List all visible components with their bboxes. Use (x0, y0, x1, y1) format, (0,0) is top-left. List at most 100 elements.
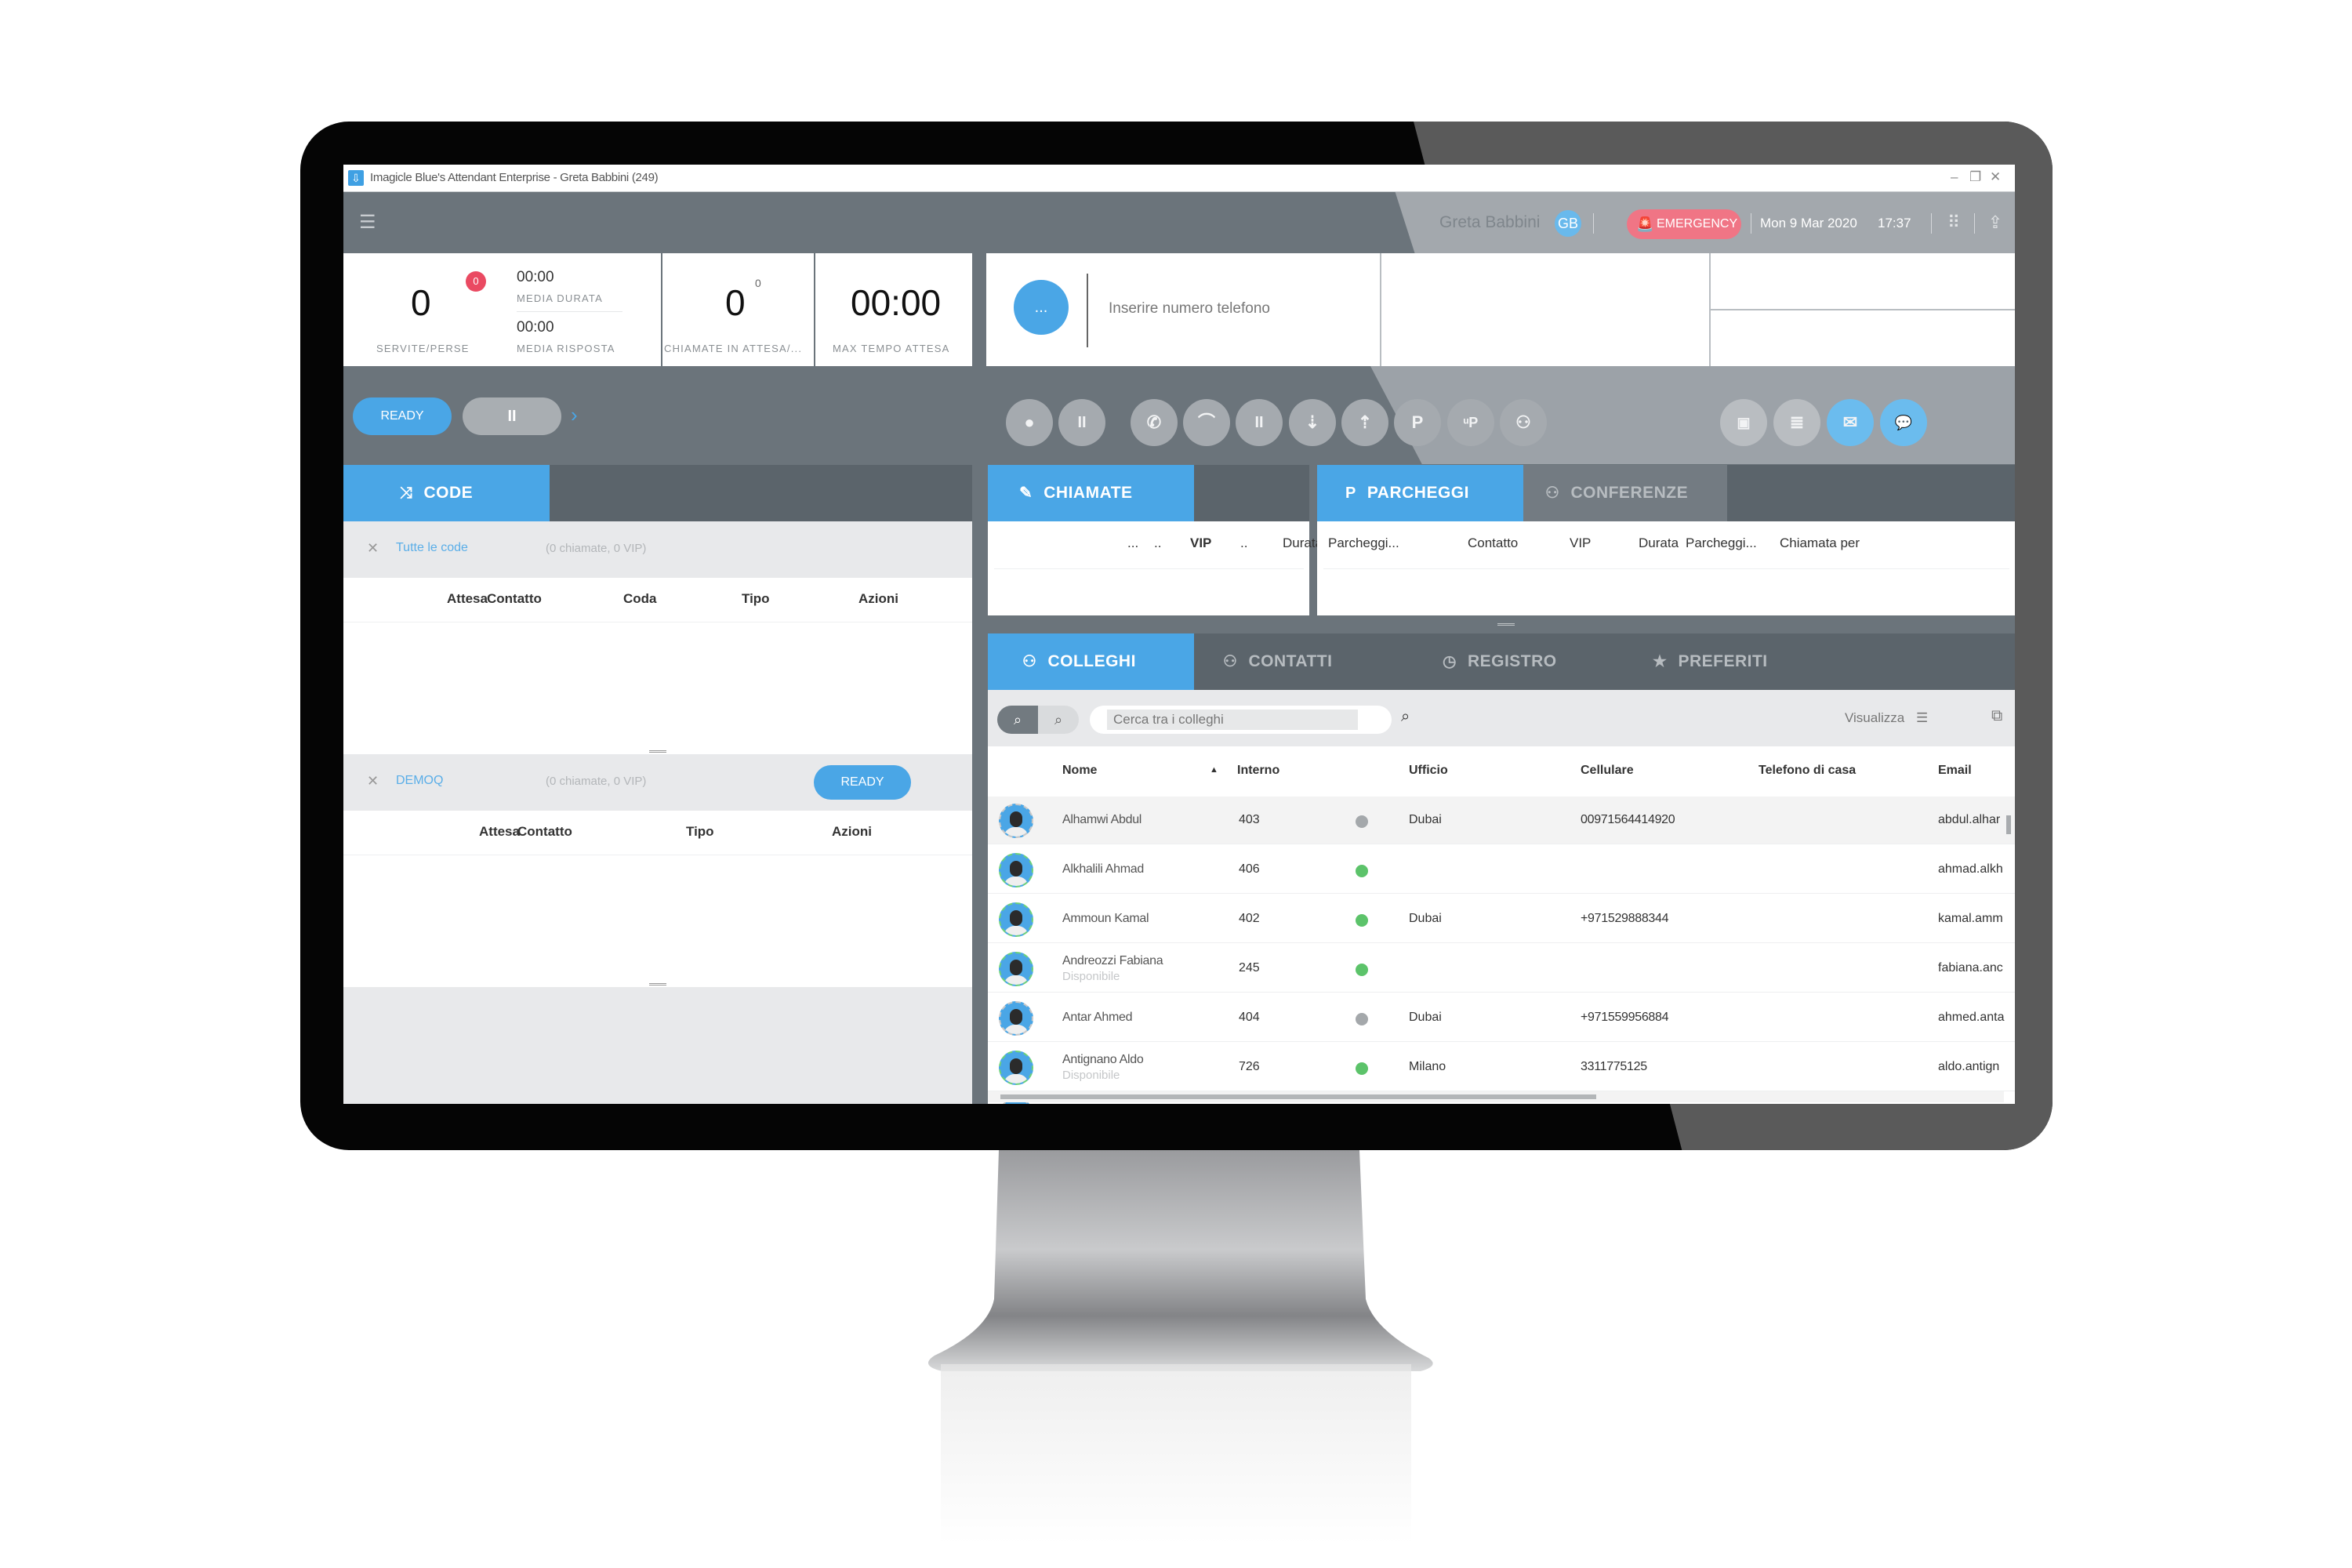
column-header[interactable]: Parcheggi... (1328, 535, 1399, 551)
column-header[interactable]: ... (1127, 535, 1138, 551)
advanced-search-icon[interactable]: ⌕ (1038, 706, 1079, 734)
column-header[interactable]: Attesa (479, 824, 520, 840)
tab-registro[interactable]: ◷ REGISTRO (1443, 633, 1557, 690)
search-icon[interactable]: ⌕ (1401, 708, 1410, 726)
popout-icon[interactable]: ⧉ (1991, 707, 2002, 725)
view-menu[interactable]: Visualizza ☰ (1845, 710, 1928, 726)
colleague-extension[interactable]: 404 (1239, 1011, 1260, 1025)
close-icon[interactable]: ✕ (367, 540, 379, 557)
colleague-extension[interactable]: 245 (1239, 961, 1260, 975)
colleague-extension[interactable]: 402 (1239, 912, 1260, 926)
column-header[interactable]: .. (1154, 535, 1161, 551)
colleague-email[interactable]: abdul.alhar (1938, 813, 2007, 827)
column-header[interactable]: .. (1240, 535, 1247, 551)
column-header[interactable]: VIP (1570, 535, 1591, 551)
answer-button[interactable]: ✆ (1131, 399, 1178, 446)
scroll-thumb[interactable] (1000, 1094, 1596, 1099)
tab-colleghi[interactable]: ⚇ COLLEGHI (988, 633, 1194, 690)
user-avatar[interactable]: GB (1555, 210, 1581, 237)
park-to-user-button[interactable]: ᵘP (1447, 399, 1494, 446)
restore-button[interactable]: ❐ (1969, 169, 1981, 185)
resize-handle[interactable] (649, 750, 666, 753)
column-header-ufficio[interactable]: Ufficio (1409, 764, 1448, 778)
contact-card-button[interactable]: ▣ (1720, 399, 1767, 446)
queue-name[interactable]: DEMOQ (396, 774, 443, 788)
column-header[interactable]: Contatto (517, 824, 572, 840)
record-button[interactable]: ● (1006, 399, 1053, 446)
colleague-email[interactable]: kamal.amm (1938, 912, 2007, 926)
colleague-row[interactable]: Antar Ahmed 404 Dubai +971559956884 ahmed.an… (988, 994, 2015, 1042)
menu-icon[interactable]: ☰ (359, 213, 378, 232)
colleague-email[interactable]: fabiana.anc (1938, 961, 2007, 975)
column-header[interactable]: VIP (1190, 535, 1211, 551)
tab-contatti[interactable]: ⚇ CONTATTI (1223, 633, 1332, 690)
column-header[interactable]: Tipo (686, 824, 714, 840)
column-header[interactable]: Parcheggi... (1686, 535, 1757, 551)
pause-button[interactable]: II (463, 397, 561, 435)
colleague-mobile[interactable]: +971559956884 (1581, 1011, 1669, 1025)
scroll-thumb[interactable] (2006, 815, 2011, 834)
column-header[interactable]: Tipo (742, 591, 770, 607)
colleague-mobile[interactable]: +971529888344 (1581, 912, 1669, 926)
colleagues-search-input[interactable] (1107, 710, 1358, 730)
hold-button[interactable]: II (1236, 399, 1283, 446)
search-mode-toggle[interactable]: ⌕ ⌕ (997, 706, 1079, 734)
column-header[interactable]: Contatto (487, 591, 542, 607)
column-header[interactable]: Attesa (447, 591, 488, 607)
column-header-cellulare[interactable]: Cellulare (1581, 764, 1634, 778)
tab-conferenze[interactable]: ⚇ CONFERENZE (1523, 465, 1727, 521)
ready-button[interactable]: READY (353, 397, 452, 435)
colleague-mobile[interactable]: 3311775125 (1581, 1060, 1647, 1074)
column-header[interactable]: Contatto (1468, 535, 1518, 551)
conference-button[interactable]: ⚇ (1500, 399, 1547, 446)
colleague-row[interactable]: Alhamwi Abdul 403 Dubai 00971564414920 abdul… (988, 797, 2015, 844)
expand-chevron-icon[interactable]: › (571, 403, 578, 427)
phone-number-input[interactable] (1109, 297, 1422, 321)
dialpad-icon[interactable]: ⠿ (1944, 211, 1964, 234)
email-button[interactable]: ✉ (1827, 399, 1874, 446)
queue-name[interactable]: Tutte le code (396, 541, 468, 555)
queue-group-header[interactable]: ✕ Tutte le code (0 chiamate, 0 VIP) (343, 521, 972, 578)
resize-handle[interactable] (1497, 623, 1515, 626)
colleague-row[interactable]: Antignano Aldo Disponibile 726 Milano 331177… (988, 1044, 2015, 1091)
colleague-email[interactable]: aldo.antign (1938, 1060, 2007, 1074)
column-header-telefono-casa[interactable]: Telefono di casa (1759, 764, 1856, 778)
simple-search-icon[interactable]: ⌕ (997, 706, 1038, 734)
dock-icon[interactable]: ⇪ (1985, 211, 2005, 234)
column-header-email[interactable]: Email (1938, 764, 1972, 778)
column-header[interactable]: Durata (1639, 535, 1679, 551)
colleague-extension[interactable]: 406 (1239, 862, 1260, 877)
tab-chiamate[interactable]: ✎ CHIAMATE (988, 465, 1194, 521)
emergency-button[interactable]: 🚨 EMERGENCY (1627, 209, 1741, 239)
column-header-nome[interactable]: Nome (1062, 764, 1097, 778)
column-header[interactable]: Azioni (858, 591, 898, 607)
transfer-button[interactable]: ⇣ (1289, 399, 1336, 446)
colleague-row[interactable]: Ammoun Kamal 402 Dubai +971529888344 kamal.a… (988, 895, 2015, 943)
colleague-mobile[interactable]: 00971564414920 (1581, 813, 1675, 827)
consult-transfer-button[interactable]: ⇡ (1341, 399, 1388, 446)
queue-group-header[interactable]: ✕ DEMOQ (0 chiamate, 0 VIP) READY (343, 754, 972, 811)
tab-preferiti[interactable]: ★ PREFERITI (1653, 633, 1768, 690)
chat-button[interactable]: 💬 (1880, 399, 1927, 446)
park-button[interactable]: P (1394, 399, 1441, 446)
colleague-extension[interactable]: 403 (1239, 813, 1260, 827)
colleague-email[interactable]: ahmad.alkh (1938, 862, 2007, 877)
tab-parcheggi[interactable]: P PARCHEGGI (1317, 465, 1523, 521)
minimize-button[interactable]: – (1951, 169, 1958, 185)
column-header-interno[interactable]: Interno (1237, 764, 1279, 778)
notes-button[interactable]: ≣ (1773, 399, 1820, 446)
column-header[interactable]: Azioni (832, 824, 872, 840)
hangup-button[interactable]: ⌒ (1183, 399, 1230, 446)
queue-ready-button[interactable]: READY (814, 765, 911, 800)
colleague-row[interactable]: Andreozzi Fabiana Disponibile 245 fabiana.a… (988, 945, 2015, 993)
dial-more-button[interactable]: ... (1014, 280, 1069, 335)
close-icon[interactable]: ✕ (367, 773, 379, 789)
tab-code[interactable]: ⤨ CODE (343, 465, 550, 521)
column-header[interactable]: Coda (623, 591, 657, 607)
column-header[interactable]: Chiamata per (1780, 535, 1860, 551)
resize-handle[interactable] (649, 983, 666, 985)
vertical-scrollbar[interactable] (2004, 798, 2013, 1088)
pause-record-button[interactable]: II (1058, 399, 1105, 446)
colleague-extension[interactable]: 726 (1239, 1060, 1260, 1074)
colleague-row[interactable]: Alkhalili Ahmad 406 ahmad.alkh (988, 846, 2015, 894)
